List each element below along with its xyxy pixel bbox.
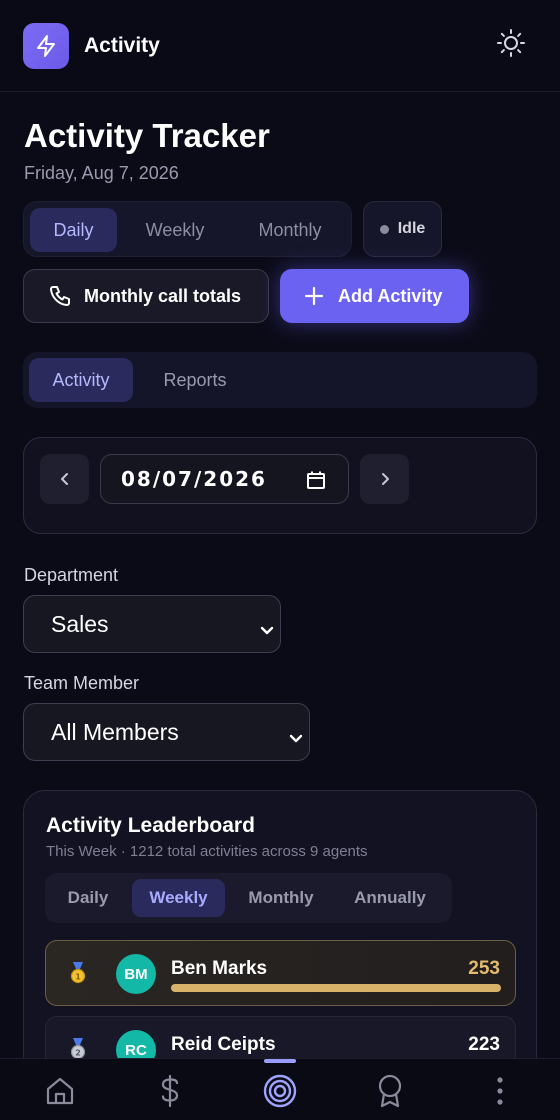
lightning-icon	[23, 23, 69, 69]
leaderboard-row[interactable]: 1 BM Ben Marks 253	[45, 940, 516, 1006]
page-date: Friday, Aug 7, 2026	[24, 163, 179, 183]
view-tabs: Activity Reports	[23, 352, 537, 408]
next-day-button[interactable]	[360, 454, 409, 504]
target-icon[interactable]	[260, 1071, 300, 1111]
tab-reports[interactable]: Reports	[143, 358, 247, 402]
team-member-value: All Members	[51, 718, 179, 745]
status-dot	[379, 224, 389, 234]
chevron-left-icon	[60, 473, 68, 485]
plus-icon	[304, 286, 324, 306]
dollar-icon[interactable]	[150, 1071, 190, 1111]
leaderboard-name: Reid Ceipts	[171, 1034, 276, 1055]
add-activity-label: Add Activity	[338, 285, 443, 306]
leaderboard-tabs: Daily Weekly Monthly Annually	[45, 873, 452, 923]
more-icon[interactable]	[480, 1071, 520, 1111]
status-label: Idle	[397, 220, 426, 237]
calendar-icon[interactable]	[306, 470, 326, 495]
leaderboard-tab-weekly[interactable]: Weekly	[132, 879, 225, 917]
add-activity-button[interactable]: Add Activity	[280, 269, 469, 323]
tab-activity[interactable]: Activity	[29, 358, 133, 402]
chevron-down-icon	[289, 725, 303, 752]
monthly-call-totals-button[interactable]: Monthly call totals	[23, 269, 269, 323]
phone-icon	[48, 284, 72, 308]
app-header: Activity	[0, 0, 560, 92]
leaderboard-tab-annually[interactable]: Annually	[337, 879, 443, 917]
date-input[interactable]: 08/07/2026	[100, 454, 349, 504]
tab-weekly[interactable]: Weekly	[122, 208, 228, 252]
bottom-navigation	[0, 1058, 560, 1120]
award-icon[interactable]	[370, 1071, 410, 1111]
svg-text:1: 1	[75, 973, 81, 982]
call-totals-label: Monthly call totals	[84, 285, 242, 306]
leaderboard-subtitle: This Week · 1212 total activities across…	[46, 843, 368, 860]
leaderboard-bar-fill	[171, 984, 501, 992]
department-value: Sales	[51, 610, 109, 637]
period-tabs: Daily Weekly Monthly	[23, 201, 352, 257]
leaderboard-tab-daily[interactable]: Daily	[51, 879, 125, 917]
previous-day-button[interactable]	[40, 454, 89, 504]
team-member-select[interactable]: All Members	[23, 703, 310, 761]
avatar: BM	[116, 954, 156, 994]
date-value: 08/07/2026	[121, 467, 267, 491]
chevron-down-icon	[260, 617, 274, 644]
tab-monthly[interactable]: Monthly	[234, 208, 346, 252]
leaderboard-title: Activity Leaderboard	[46, 814, 255, 837]
leaderboard-bar-track	[171, 984, 501, 992]
page-title: Activity Tracker	[24, 117, 270, 154]
active-tab-indicator	[264, 1059, 296, 1063]
svg-text:2: 2	[75, 1049, 81, 1058]
leaderboard-score: 253	[468, 958, 500, 979]
date-picker-card: 08/07/2026	[23, 437, 537, 534]
leaderboard-score: 223	[468, 1034, 500, 1055]
home-icon[interactable]	[40, 1071, 80, 1111]
leaderboard-tab-monthly[interactable]: Monthly	[233, 879, 329, 917]
department-label: Department	[24, 565, 119, 585]
team-member-label: Team Member	[24, 673, 140, 693]
app-title: Activity	[84, 34, 160, 57]
status-badge: Idle	[363, 201, 442, 257]
department-select[interactable]: Sales	[23, 595, 281, 653]
gold-medal-icon: 1	[68, 962, 88, 989]
leaderboard-name: Ben Marks	[171, 958, 268, 979]
tab-daily[interactable]: Daily	[30, 208, 117, 252]
chevron-right-icon	[381, 473, 389, 485]
sun-icon[interactable]	[492, 24, 530, 62]
